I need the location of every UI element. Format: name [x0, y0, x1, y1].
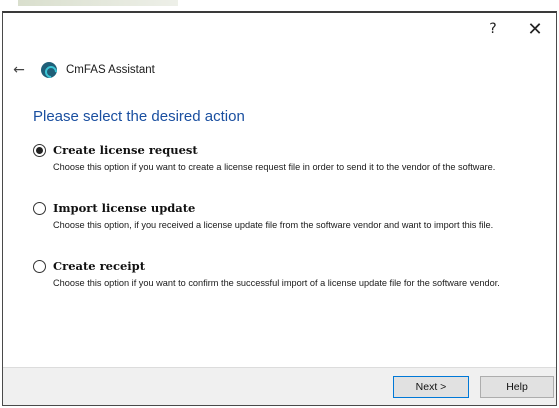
option-create-license-request[interactable]: Create license request Choose this optio…	[33, 143, 553, 173]
option-description: Choose this option, if you received a li…	[53, 220, 494, 230]
option-label[interactable]: Create receipt	[53, 259, 145, 273]
nav-bar: ← CmFAS Assistant	[3, 59, 556, 81]
radio-create-receipt[interactable]	[33, 259, 46, 273]
option-create-receipt[interactable]: Create receipt Choose this option if you…	[33, 259, 553, 289]
next-button[interactable]: Next >	[393, 376, 469, 398]
option-row[interactable]: Create receipt	[33, 259, 553, 273]
page-heading: Please select the desired action	[33, 108, 245, 125]
option-description: Choose this option if you want to create…	[53, 162, 496, 172]
title-bar-buttons: ? ✕	[472, 13, 556, 45]
option-import-license-update[interactable]: Import license update Choose this option…	[33, 201, 553, 231]
back-arrow-icon[interactable]: ←	[7, 59, 31, 81]
assistant-dialog: ? ✕ ← CmFAS Assistant Please select the …	[2, 11, 557, 406]
option-label[interactable]: Create license request	[53, 143, 198, 157]
dialog-footer: Next > Help	[3, 367, 556, 405]
cmfas-logo-icon	[41, 62, 57, 78]
help-title-button[interactable]: ?	[472, 13, 514, 45]
close-icon[interactable]: ✕	[514, 13, 556, 45]
option-description: Choose this option if you want to confir…	[53, 278, 500, 288]
app-title: CmFAS Assistant	[66, 64, 155, 76]
option-row[interactable]: Import license update	[33, 201, 553, 215]
option-label[interactable]: Import license update	[53, 201, 195, 215]
option-row[interactable]: Create license request	[33, 143, 553, 157]
radio-create-license-request[interactable]	[33, 143, 46, 157]
background-window-titlebar	[18, 0, 178, 6]
radio-import-license-update[interactable]	[33, 201, 46, 215]
help-button[interactable]: Help	[480, 376, 554, 398]
